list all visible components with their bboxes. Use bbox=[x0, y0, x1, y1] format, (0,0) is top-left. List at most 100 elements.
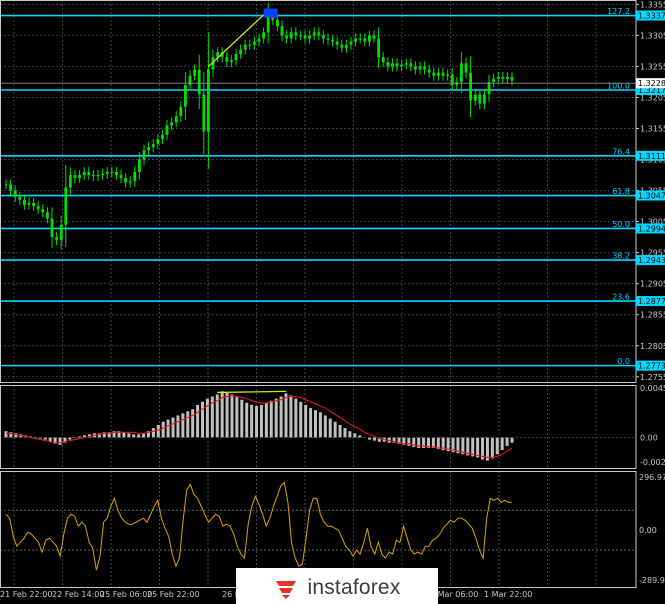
candle-body-87 bbox=[404, 63, 408, 65]
chart-window: 127.2100.076.461.850.038.223.60.0 1.3355… bbox=[0, 0, 665, 604]
macd-bar-46 bbox=[230, 394, 234, 438]
candle-body-3 bbox=[18, 196, 22, 200]
fib-price-tag-6: 1.2877 bbox=[638, 297, 665, 306]
price-tick-label-1: 1.3305 bbox=[640, 31, 665, 40]
macd-bar-34 bbox=[171, 417, 175, 438]
candle-body-67 bbox=[312, 32, 316, 36]
macd-bar-102 bbox=[505, 437, 509, 446]
macd-bar-48 bbox=[240, 399, 244, 438]
candle-body-104 bbox=[483, 94, 486, 104]
macd-bar-100 bbox=[495, 437, 499, 455]
macd-tick-label-1: 0.00 bbox=[640, 434, 658, 443]
macd-tick-label-0: 0.00452 bbox=[640, 384, 665, 393]
fib-price-tag-4: 1.2994 bbox=[638, 224, 665, 233]
macd-bar-67 bbox=[333, 421, 337, 438]
candle-body-40 bbox=[188, 75, 192, 86]
candle-body-48 bbox=[225, 57, 229, 63]
candle-body-96 bbox=[446, 74, 449, 76]
fib-level-label-2: 76.4 bbox=[612, 147, 630, 156]
macd-bar-60 bbox=[299, 401, 303, 438]
candle-body-14 bbox=[69, 175, 72, 188]
candle-body-1 bbox=[9, 184, 12, 191]
macd-bar-36 bbox=[181, 413, 185, 438]
candle-body-20 bbox=[96, 175, 100, 177]
candle-body-17 bbox=[82, 171, 86, 176]
instaforex-logo: instaforex bbox=[236, 568, 438, 604]
macd-bar-61 bbox=[304, 404, 308, 438]
macd-bar-11 bbox=[58, 437, 62, 445]
macd-bar-33 bbox=[166, 419, 170, 438]
candle-body-19 bbox=[92, 175, 95, 177]
price-tick-label-4: 1.3155 bbox=[640, 124, 665, 133]
macd-bar-59 bbox=[294, 398, 298, 438]
chart-svg: 127.2100.076.461.850.038.223.60.0 1.3355… bbox=[0, 0, 665, 599]
candle-body-7 bbox=[36, 206, 40, 210]
time-label-0: 21 Feb 22:00 bbox=[0, 590, 52, 599]
panel-frames bbox=[0, 0, 637, 588]
macd-bar-45 bbox=[225, 392, 229, 438]
candle-body-61 bbox=[285, 35, 288, 39]
macd-bar-70 bbox=[348, 431, 352, 438]
fibonacci-levels: 127.2100.076.461.850.038.223.60.0 bbox=[0, 7, 636, 367]
price-tick-label-11: 1.2805 bbox=[640, 342, 665, 351]
candle-body-24 bbox=[115, 171, 118, 176]
candle-body-105 bbox=[487, 81, 491, 95]
macd-bar-71 bbox=[353, 433, 357, 438]
cci-panel bbox=[0, 481, 636, 571]
candle-body-86 bbox=[400, 64, 403, 67]
macd-bar-28 bbox=[142, 433, 146, 438]
candle-body-88 bbox=[409, 63, 413, 67]
price-tick-label-12: 1.2755 bbox=[640, 373, 665, 382]
macd-bar-41 bbox=[205, 398, 209, 438]
candle-body-81 bbox=[377, 38, 380, 58]
macd-bar-62 bbox=[309, 408, 313, 438]
candle-body-25 bbox=[119, 175, 123, 179]
macd-bar-51 bbox=[255, 406, 259, 438]
macd-bar-25 bbox=[127, 433, 131, 438]
cci-line bbox=[5, 481, 512, 571]
fib-level-label-0: 127.2 bbox=[607, 7, 630, 16]
candle-body-52 bbox=[243, 44, 247, 50]
macd-bar-96 bbox=[476, 437, 480, 458]
candle-body-54 bbox=[253, 41, 256, 45]
candle-body-80 bbox=[372, 35, 376, 39]
candle-body-18 bbox=[87, 171, 91, 176]
cci-tick-label-0: 296.9756 bbox=[639, 473, 665, 482]
fib-price-tag-7: 1.2773 bbox=[638, 362, 665, 371]
candle-body-89 bbox=[414, 66, 417, 70]
macd-bar-69 bbox=[343, 428, 347, 438]
candle-body-32 bbox=[151, 144, 155, 148]
price-annotations bbox=[207, 8, 278, 67]
macd-bar-38 bbox=[191, 409, 195, 438]
time-label-1: 22 Feb 14:00 bbox=[52, 590, 104, 599]
candle-body-91 bbox=[423, 66, 426, 70]
candle-body-22 bbox=[105, 171, 109, 174]
macd-bar-57 bbox=[284, 393, 288, 438]
macd-divergence-line bbox=[217, 390, 287, 394]
candle-body-65 bbox=[303, 35, 307, 39]
macd-bar-103 bbox=[510, 437, 514, 443]
fib-level-label-5: 38.2 bbox=[612, 252, 630, 261]
macd-bar-63 bbox=[313, 410, 317, 438]
candle-body-84 bbox=[391, 63, 394, 67]
price-tick-label-2: 1.3255 bbox=[640, 62, 665, 71]
candle-body-5 bbox=[27, 202, 31, 205]
candle-body-100 bbox=[464, 63, 468, 73]
price-tick-label-0: 1.3355 bbox=[640, 0, 665, 9]
fib-level-label-4: 50.0 bbox=[612, 220, 630, 229]
candle-body-92 bbox=[427, 69, 431, 73]
candle-body-28 bbox=[133, 171, 137, 182]
macd-bar-64 bbox=[318, 412, 322, 438]
macd-signal-line bbox=[6, 394, 513, 458]
candle-body-82 bbox=[381, 57, 385, 63]
candle-body-83 bbox=[386, 62, 390, 67]
candle-body-60 bbox=[280, 26, 284, 36]
candle-body-21 bbox=[101, 173, 104, 176]
fib-price-tag-2: 1.3111 bbox=[638, 152, 665, 161]
candle-body-8 bbox=[41, 209, 45, 213]
candle-body-39 bbox=[184, 85, 187, 107]
candle-body-0 bbox=[4, 184, 8, 186]
candle-body-44 bbox=[207, 69, 210, 132]
candle-body-109 bbox=[506, 76, 509, 79]
macd-bar-31 bbox=[156, 424, 160, 438]
